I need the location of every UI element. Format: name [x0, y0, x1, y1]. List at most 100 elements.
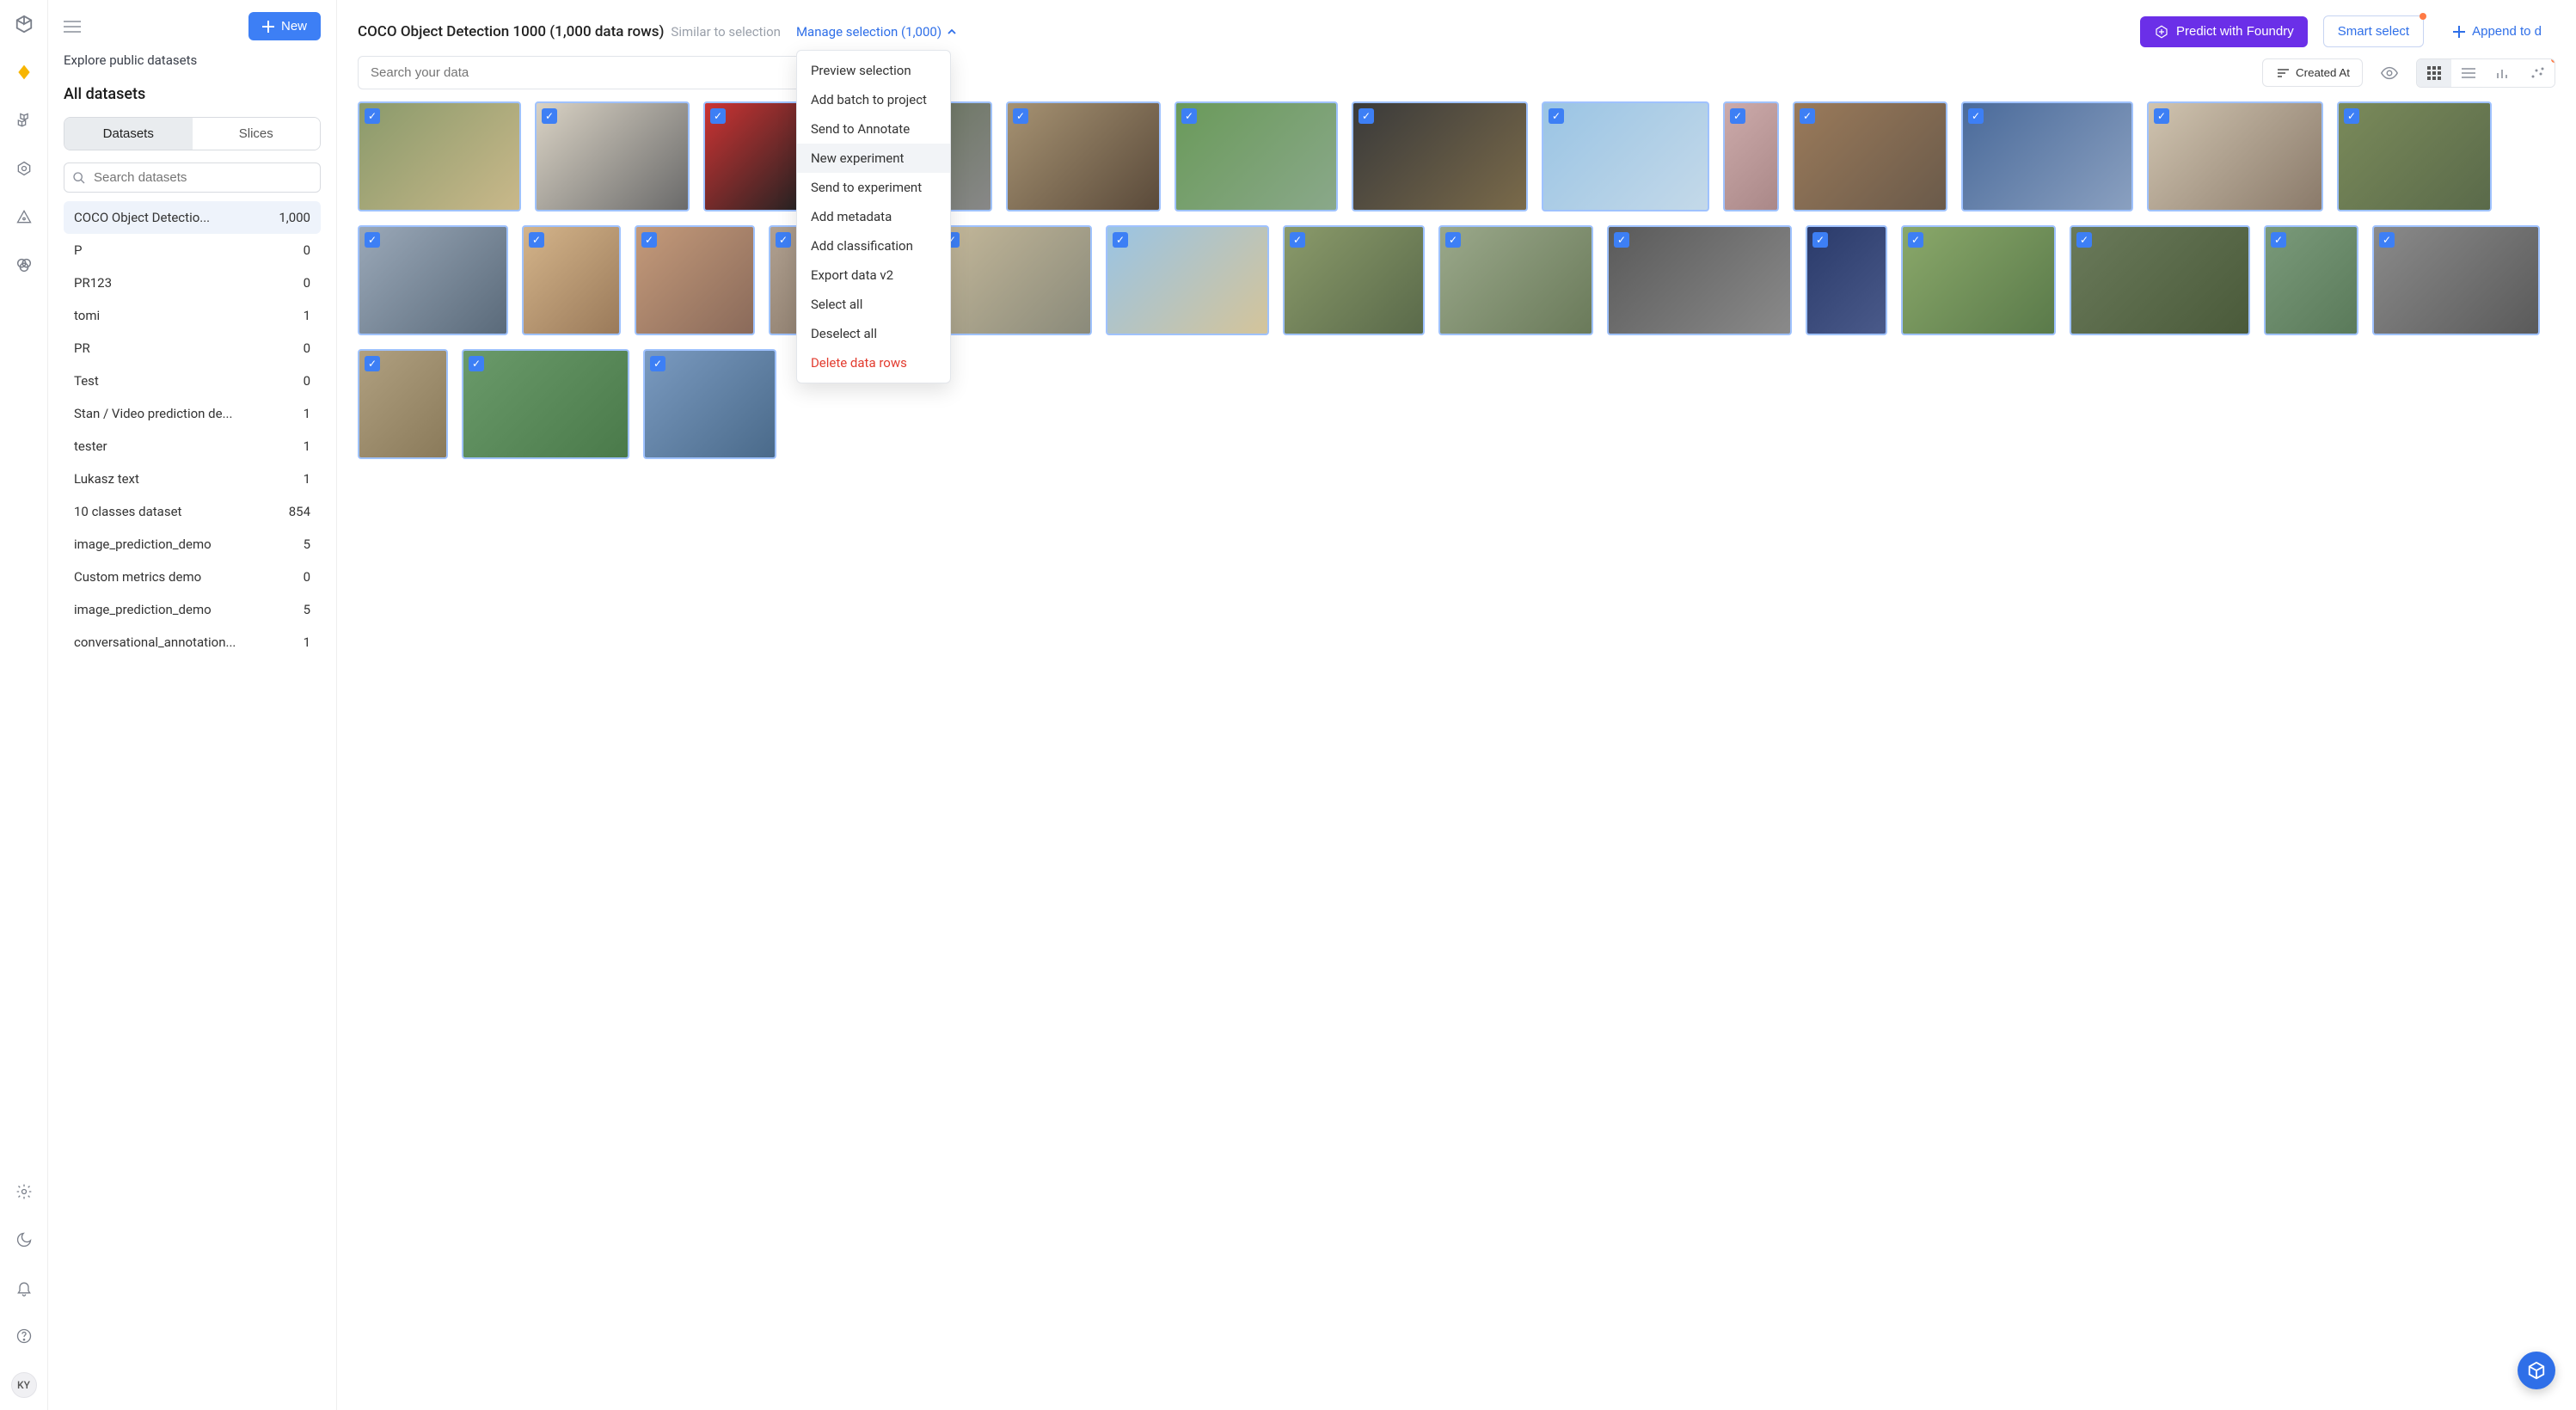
thumbnail[interactable]: ✓	[1901, 225, 2056, 335]
manage-menu-item[interactable]: Send to Annotate	[797, 114, 950, 144]
smart-select-button[interactable]: Smart select	[2323, 15, 2424, 47]
scatter-view-button[interactable]	[2520, 59, 2555, 87]
logo-icon[interactable]	[12, 12, 36, 36]
thumbnail-checkbox[interactable]: ✓	[2076, 232, 2092, 248]
explore-public-datasets-link[interactable]: Explore public datasets	[64, 52, 321, 68]
manage-selection-dropdown-trigger[interactable]: Manage selection (1,000) Preview selecti…	[796, 24, 957, 40]
thumbnail-checkbox[interactable]: ✓	[1113, 232, 1128, 248]
manage-menu-item[interactable]: Deselect all	[797, 319, 950, 348]
thumbnail[interactable]: ✓	[643, 349, 776, 459]
thumbnail-checkbox[interactable]: ✓	[1013, 108, 1028, 124]
thumbnail-grid-wrap[interactable]: ✓✓✓✓✓✓✓✓✓✓✓✓✓✓✓✓✓✓✓✓✓✓✓✓✓✓✓✓✓✓	[337, 101, 2576, 1410]
thumbnail[interactable]: ✓	[2264, 225, 2358, 335]
thumbnail-checkbox[interactable]: ✓	[1908, 232, 1923, 248]
bell-icon[interactable]	[12, 1276, 36, 1300]
thumbnail[interactable]: ✓	[1961, 101, 2133, 212]
manage-menu-item[interactable]: Delete data rows	[797, 348, 950, 377]
thumbnail[interactable]: ✓	[1793, 101, 1947, 212]
thumbnail[interactable]: ✓	[703, 101, 807, 212]
sort-button[interactable]: Created At	[2262, 58, 2363, 87]
thumbnail-checkbox[interactable]: ✓	[1812, 232, 1828, 248]
dataset-list-item[interactable]: PR1230	[64, 267, 321, 299]
thumbnail[interactable]: ✓	[1106, 225, 1269, 335]
tab-slices[interactable]: Slices	[193, 118, 321, 150]
thumbnail-checkbox[interactable]: ✓	[365, 108, 380, 124]
hamburger-icon[interactable]	[64, 20, 81, 34]
thumbnail[interactable]: ✓	[1006, 101, 1161, 212]
thumbnail[interactable]: ✓	[462, 349, 629, 459]
thumbnail-checkbox[interactable]: ✓	[529, 232, 544, 248]
dataset-list-item[interactable]: COCO Object Detectio...1,000	[64, 201, 321, 234]
dataset-list-item[interactable]: Custom metrics demo0	[64, 561, 321, 593]
thumbnail-checkbox[interactable]: ✓	[710, 108, 726, 124]
thumbnail-checkbox[interactable]: ✓	[1290, 232, 1305, 248]
cube-stack-icon[interactable]	[12, 108, 36, 132]
thumbnail-checkbox[interactable]: ✓	[542, 108, 557, 124]
search-datasets-input[interactable]	[64, 162, 321, 193]
thumbnail[interactable]: ✓	[522, 225, 621, 335]
dataset-list-item[interactable]: P0	[64, 234, 321, 267]
thumbnail-checkbox[interactable]: ✓	[469, 356, 484, 371]
thumbnail-checkbox[interactable]: ✓	[650, 356, 665, 371]
thumbnail[interactable]: ✓	[1607, 225, 1792, 335]
dataset-list-item[interactable]: PR0	[64, 332, 321, 365]
thumbnail-checkbox[interactable]: ✓	[1614, 232, 1629, 248]
venn-icon[interactable]	[12, 253, 36, 277]
thumbnail[interactable]: ✓	[1175, 101, 1338, 212]
thumbnail[interactable]: ✓	[1438, 225, 1593, 335]
thumbnail-checkbox[interactable]: ✓	[1549, 108, 1564, 124]
thumbnail[interactable]: ✓	[1283, 225, 1425, 335]
thumbnail-checkbox[interactable]: ✓	[1968, 108, 1984, 124]
thumbnail[interactable]: ✓	[937, 225, 1092, 335]
thumbnail[interactable]: ✓	[2337, 101, 2492, 212]
settings-icon[interactable]	[12, 1180, 36, 1204]
manage-menu-item[interactable]: Add classification	[797, 231, 950, 261]
thumbnail-checkbox[interactable]: ✓	[2154, 108, 2169, 124]
manage-menu-item[interactable]: Add metadata	[797, 202, 950, 231]
dataset-list-item[interactable]: conversational_annotation...1	[64, 626, 321, 659]
thumbnail[interactable]: ✓	[358, 349, 448, 459]
manage-menu-item[interactable]: Preview selection	[797, 56, 950, 85]
predict-with-foundry-button[interactable]: Predict with Foundry	[2140, 16, 2308, 47]
thumbnail-checkbox[interactable]: ✓	[1730, 108, 1745, 124]
triangle-eye-icon[interactable]	[12, 205, 36, 229]
thumbnail[interactable]: ✓	[1542, 101, 1709, 212]
chart-view-button[interactable]	[2486, 59, 2520, 87]
dataset-list-item[interactable]: Stan / Video prediction de...1	[64, 397, 321, 430]
help-icon[interactable]	[12, 1324, 36, 1348]
visibility-toggle-button[interactable]	[2373, 57, 2406, 89]
user-avatar[interactable]: KY	[11, 1372, 37, 1398]
dataset-list-item[interactable]: image_prediction_demo5	[64, 528, 321, 561]
thumbnail-checkbox[interactable]: ✓	[2344, 108, 2359, 124]
dataset-list-item[interactable]: image_prediction_demo5	[64, 593, 321, 626]
thumbnail-checkbox[interactable]: ✓	[2271, 232, 2286, 248]
thumbnail-checkbox[interactable]: ✓	[1800, 108, 1815, 124]
thumbnail[interactable]: ✓	[1723, 101, 1779, 212]
thumbnail-checkbox[interactable]: ✓	[1359, 108, 1374, 124]
manage-menu-item[interactable]: Send to experiment	[797, 173, 950, 202]
manage-menu-item[interactable]: Add batch to project	[797, 85, 950, 114]
manage-menu-item[interactable]: Export data v2	[797, 261, 950, 290]
thumbnail[interactable]: ✓	[2147, 101, 2323, 212]
manage-menu-item[interactable]: Select all	[797, 290, 950, 319]
grid-view-button[interactable]	[2417, 59, 2451, 87]
hexagon-icon[interactable]	[12, 156, 36, 181]
thumbnail[interactable]: ✓	[2070, 225, 2250, 335]
thumbnail-checkbox[interactable]: ✓	[1181, 108, 1197, 124]
thumbnail-checkbox[interactable]: ✓	[1445, 232, 1461, 248]
moon-icon[interactable]	[12, 1228, 36, 1252]
thumbnail[interactable]: ✓	[1806, 225, 1887, 335]
thumbnail[interactable]: ✓	[535, 101, 690, 212]
manage-menu-item[interactable]: New experiment	[797, 144, 950, 173]
dataset-list-item[interactable]: Lukasz text1	[64, 463, 321, 495]
dataset-list-item[interactable]: tomi1	[64, 299, 321, 332]
dataset-list-item[interactable]: 10 classes dataset854	[64, 495, 321, 528]
list-view-button[interactable]	[2451, 59, 2486, 87]
append-to-dataset-button[interactable]: Append to d	[2439, 16, 2555, 46]
floating-action-button[interactable]	[2518, 1352, 2555, 1389]
thumbnail[interactable]: ✓	[358, 225, 508, 335]
dataset-list-item[interactable]: tester1	[64, 430, 321, 463]
dataset-list-item[interactable]: Test0	[64, 365, 321, 397]
datasets-nav-icon[interactable]	[12, 60, 36, 84]
thumbnail[interactable]: ✓	[1352, 101, 1528, 212]
